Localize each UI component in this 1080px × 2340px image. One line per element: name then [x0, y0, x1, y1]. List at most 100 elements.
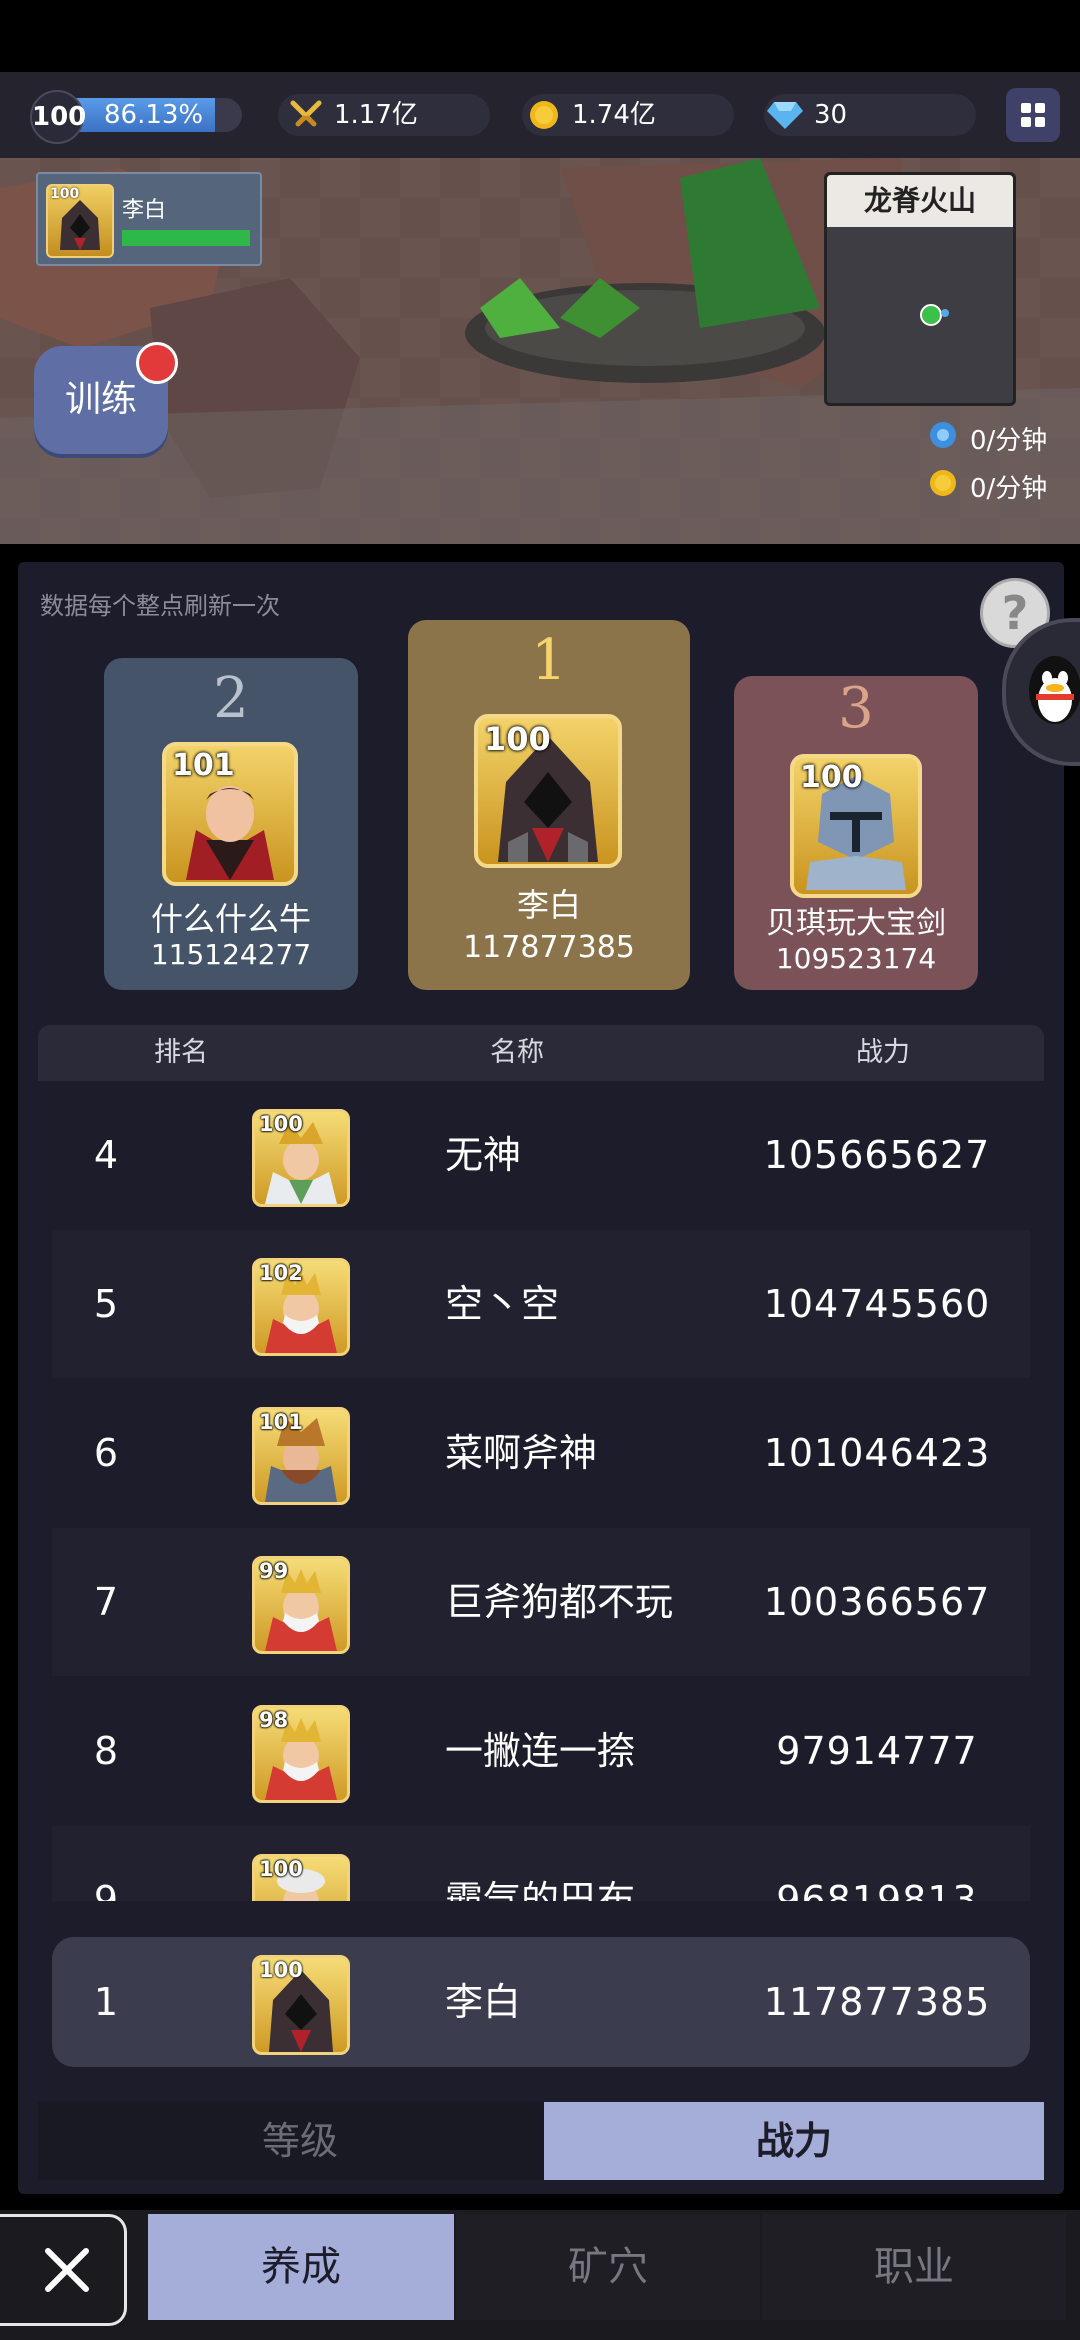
- player-avatar: 100: [46, 184, 114, 258]
- row-name: 一撇连一捺: [445, 1729, 636, 1773]
- podium-avatar: 100: [790, 754, 922, 898]
- podium-power: 109523174: [775, 942, 937, 975]
- tab-profession[interactable]: 职业: [762, 2214, 1066, 2320]
- row-level: 101: [259, 1410, 303, 1434]
- row-level: 98: [259, 1708, 289, 1732]
- row-level: 99: [259, 1559, 289, 1583]
- minimap[interactable]: 龙脊火山: [824, 172, 1016, 406]
- row-name: 巨斧狗都不玩: [445, 1580, 674, 1624]
- podium-rank-2[interactable]: 2 101 什么什么牛 115124277: [104, 658, 358, 990]
- row-avatar: 99: [252, 1556, 350, 1654]
- table-row[interactable]: 8 98 一撇连一捺 97914777: [52, 1677, 1030, 1825]
- tab-cultivate[interactable]: 养成: [148, 2214, 454, 2320]
- table-row[interactable]: 9 100 霸气的巴布 96819813: [52, 1826, 1030, 1901]
- podium-level: 101: [172, 748, 235, 783]
- notification-dot: [136, 342, 178, 384]
- refresh-note: 数据每个整点刷新一次: [40, 592, 280, 620]
- close-button[interactable]: [0, 2214, 127, 2326]
- row-avatar: 101: [252, 1407, 350, 1505]
- column-power: 战力: [856, 1037, 910, 1068]
- question-mark-icon: ?: [1001, 586, 1029, 640]
- row-avatar: 100: [252, 1109, 350, 1207]
- row-power: 101046423: [763, 1431, 991, 1475]
- row-name: 菜啊斧神: [445, 1431, 598, 1475]
- podium-avatar: 100: [474, 714, 622, 868]
- gold-pill: 1.74亿: [522, 94, 734, 136]
- column-rank: 排名: [154, 1037, 208, 1068]
- podium-name: 贝琪玩大宝剑: [766, 906, 946, 941]
- podium-rank-number: 1: [531, 628, 567, 693]
- row-rank: 4: [93, 1133, 119, 1177]
- vampire-avatar: [186, 786, 274, 880]
- row-name: 无神: [445, 1133, 522, 1177]
- my-avatar: 100: [252, 1955, 350, 2055]
- row-name: 空丶空: [445, 1282, 560, 1326]
- gold-rate: 0/分钟: [970, 474, 1048, 504]
- player-name: 李白: [122, 198, 167, 223]
- podium-level: 100: [800, 760, 863, 795]
- tab-mine[interactable]: 矿穴: [456, 2214, 760, 2320]
- gold-value: 1.74亿: [572, 100, 656, 130]
- row-rank: 6: [93, 1431, 119, 1475]
- table-row[interactable]: 5 102 空丶空 104745560: [52, 1230, 1030, 1378]
- podium-rank-3[interactable]: 3 100 贝琪玩大宝剑 109523174: [734, 676, 978, 990]
- podium-avatar: 101: [162, 742, 298, 886]
- player-level: 100: [50, 186, 80, 202]
- my-name: 李白: [445, 1980, 522, 2024]
- row-rank: 9: [93, 1878, 119, 1901]
- gold-coin-icon: [930, 470, 956, 496]
- gem-gear-icon: [930, 422, 956, 448]
- my-power: 117877385: [763, 1980, 991, 2024]
- player-hp-fill: [122, 230, 250, 246]
- diamond-pill: 30: [764, 94, 976, 136]
- diamond-value: 30: [814, 100, 848, 130]
- podium-rank-1[interactable]: 1 100 李白 117877385: [408, 620, 690, 990]
- podium-power: 115124277: [150, 938, 312, 971]
- row-level: 100: [259, 1857, 303, 1881]
- ranking-panel: 数据每个整点刷新一次 ? 2 101 什么什么牛 115124277 1 100…: [18, 562, 1080, 2194]
- gold-coin-icon: [530, 101, 558, 129]
- tab-level-ranking[interactable]: 等级: [38, 2102, 562, 2180]
- row-name: 霸气的巴布: [445, 1878, 636, 1901]
- column-name: 名称: [490, 1037, 544, 1068]
- row-avatar: 100: [252, 1854, 350, 1901]
- grid-menu-icon: [1006, 88, 1060, 142]
- ranking-table-header: 排名 名称 战力: [38, 1025, 1044, 1081]
- crossed-swords-icon: [290, 100, 322, 127]
- diamond-icon: [767, 102, 803, 129]
- my-level: 100: [259, 1958, 303, 1982]
- row-power: 100366567: [763, 1580, 991, 1624]
- podium-power: 117877385: [463, 930, 635, 965]
- tab-power-ranking[interactable]: 战力: [544, 2102, 1044, 2180]
- row-power: 96819813: [776, 1878, 978, 1901]
- row-avatar: 102: [252, 1258, 350, 1356]
- player-marker-icon: [920, 304, 949, 326]
- power-value: 1.17亿: [334, 100, 418, 130]
- table-row[interactable]: 4 100 无神 105665627: [52, 1081, 1030, 1229]
- podium-name: 什么什么牛: [150, 900, 311, 938]
- xp-percent: 86.13%: [104, 100, 204, 130]
- grid-menu-button[interactable]: [1006, 88, 1060, 142]
- row-avatar: 98: [252, 1705, 350, 1803]
- row-power: 104745560: [763, 1282, 991, 1326]
- my-rank: 1: [93, 1980, 119, 2024]
- row-rank: 5: [93, 1282, 119, 1326]
- row-power: 105665627: [763, 1133, 991, 1177]
- ranking-list[interactable]: 4 100 无神 105665627 5 102 空丶空 104745560 6…: [18, 1081, 1064, 1901]
- power-pill: 1.17亿: [278, 94, 490, 136]
- close-icon: [45, 2248, 89, 2292]
- penguin-icon: [1029, 656, 1080, 724]
- player-status-card[interactable]: 100 李白: [36, 172, 262, 266]
- row-level: 102: [259, 1261, 303, 1285]
- podium-rank-number: 3: [838, 676, 874, 741]
- table-row[interactable]: 6 101 菜啊斧神 101046423: [52, 1379, 1030, 1527]
- podium-rank-number: 2: [213, 666, 249, 731]
- table-row[interactable]: 7 99 巨斧狗都不玩 100366567: [52, 1528, 1030, 1676]
- gem-rate: 0/分钟: [970, 426, 1048, 456]
- map-name: 龙脊火山: [827, 175, 1013, 227]
- my-rank-row[interactable]: 1 100 李白 117877385: [52, 1937, 1030, 2067]
- podium-name: 李白: [516, 886, 581, 924]
- row-rank: 7: [93, 1580, 119, 1624]
- row-power: 97914777: [776, 1729, 978, 1773]
- hooded-assassin-avatar: [60, 200, 100, 250]
